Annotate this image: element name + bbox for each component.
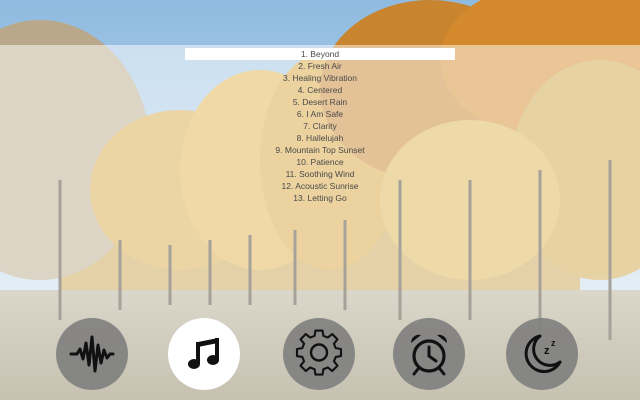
nav-button-music[interactable]	[168, 318, 240, 390]
playlist-item[interactable]: 2. Fresh Air	[185, 60, 455, 72]
nav-button-alarm[interactable]	[393, 318, 465, 390]
playlist-item[interactable]: 7. Clarity	[185, 120, 455, 132]
waveform-icon	[67, 329, 117, 379]
svg-text:z: z	[551, 338, 556, 348]
alarm-clock-icon	[405, 330, 453, 378]
nav-button-sound[interactable]	[56, 318, 128, 390]
svg-text:z: z	[544, 345, 550, 357]
nav-button-settings[interactable]	[283, 318, 355, 390]
playlist-item[interactable]: 13. Letting Go	[185, 192, 455, 204]
bottom-nav: z z	[0, 318, 640, 390]
playlist: 1. Beyond 2. Fresh Air 3. Healing Vibratio…	[185, 48, 455, 204]
moon-zzz-icon: z z	[518, 330, 566, 378]
playlist-item[interactable]: 3. Healing Vibration	[185, 72, 455, 84]
playlist-item[interactable]: 5. Desert Rain	[185, 96, 455, 108]
playlist-item[interactable]: 12. Acoustic Sunrise	[185, 180, 455, 192]
playlist-item[interactable]: 1. Beyond	[185, 48, 455, 60]
playlist-item[interactable]: 8. Hallelujah	[185, 132, 455, 144]
gear-icon	[294, 329, 344, 379]
playlist-item[interactable]: 4. Centered	[185, 84, 455, 96]
playlist-item[interactable]: 10. Patience	[185, 156, 455, 168]
playlist-item[interactable]: 6. I Am Safe	[185, 108, 455, 120]
app-screen: 1. Beyond 2. Fresh Air 3. Healing Vibratio…	[0, 0, 640, 400]
music-note-icon	[184, 334, 224, 374]
playlist-item[interactable]: 9. Mountain Top Sunset	[185, 144, 455, 156]
nav-button-sleep[interactable]: z z	[506, 318, 578, 390]
playlist-item[interactable]: 11. Soothing Wind	[185, 168, 455, 180]
